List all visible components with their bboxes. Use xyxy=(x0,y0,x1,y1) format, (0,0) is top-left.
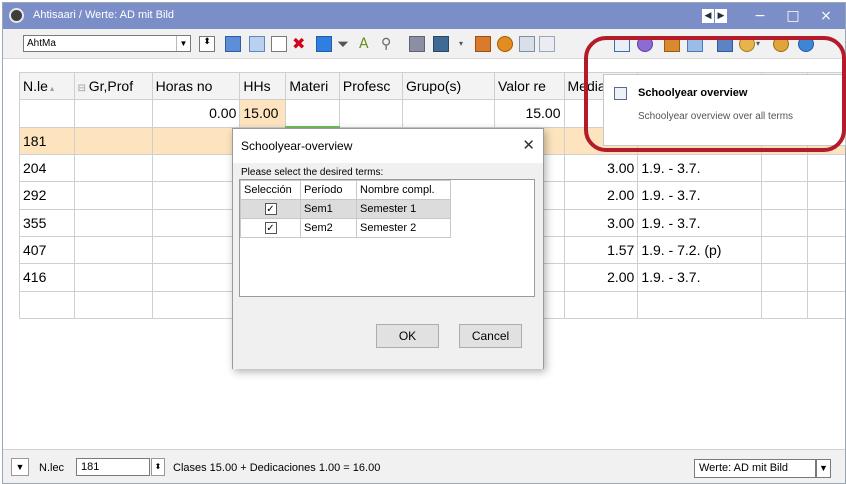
dialog-body: Please select the desired terms: Selecci… xyxy=(233,163,543,369)
lesson-id: 355 xyxy=(19,208,75,237)
lesson-period: 1.9. - 7.2. (p) xyxy=(637,235,763,265)
chevron-down-icon[interactable]: ▼ xyxy=(11,458,29,476)
column-header[interactable]: Materi xyxy=(285,71,340,101)
summary-horas: 0.00 xyxy=(151,99,241,128)
column-header[interactable]: Nombre compl. xyxy=(356,180,451,200)
term-row[interactable]: ✓ Sem1 Semester 1 xyxy=(240,199,451,219)
app-icon xyxy=(9,8,24,23)
ok-button[interactable]: OK xyxy=(376,324,439,348)
column-header[interactable]: Período xyxy=(300,180,357,200)
column-header[interactable]: Valor re xyxy=(493,71,565,101)
lesson-id: 407 xyxy=(19,235,75,265)
cancel-button[interactable]: Cancel xyxy=(459,324,522,348)
term-name: Semester 2 xyxy=(356,218,451,238)
column-header[interactable]: HHs xyxy=(239,71,287,101)
view-combo[interactable]: Werte: AD mit Bild xyxy=(694,459,816,478)
title-bar: Ahtisaari / Werte: AD mit Bild ◀ ▶ − □ × xyxy=(3,3,845,29)
close-icon[interactable]: ✕ xyxy=(522,136,535,154)
lesson-field-label: N.lec xyxy=(39,462,65,474)
lesson-media: 2.00 xyxy=(563,263,639,292)
term-name: Semester 1 xyxy=(356,199,451,219)
column-header[interactable]: ⊟ Gr,Prof xyxy=(73,71,153,101)
lesson-icon[interactable] xyxy=(475,36,491,52)
lesson-period: 1.9. - 3.7. xyxy=(637,153,763,183)
column-header[interactable]: Profesc xyxy=(338,71,403,101)
terms-table: Selección Período Nombre compl. ✓ Sem1 S… xyxy=(239,179,535,297)
summary-valor: 15.00 xyxy=(493,99,565,128)
clock-icon[interactable] xyxy=(497,36,513,52)
element-combo-value: AhtMa xyxy=(27,38,56,49)
term-checkbox[interactable]: ✓ xyxy=(264,222,277,234)
schoolyear-overview-dialog: Schoolyear-overview ✕ Please select the … xyxy=(232,128,544,369)
column-header[interactable]: Selección xyxy=(240,180,301,200)
close-icon[interactable]: × xyxy=(811,5,841,27)
minimize-icon[interactable]: − xyxy=(745,5,775,27)
chevron-down-icon[interactable]: ▼ xyxy=(816,459,831,478)
lesson-period: 1.9. - 3.7. xyxy=(637,263,763,292)
dialog-prompt: Please select the desired terms: xyxy=(241,167,384,178)
lesson-id: 292 xyxy=(19,181,75,210)
term-period: Sem2 xyxy=(300,218,357,238)
grid-icon[interactable] xyxy=(225,36,241,52)
term-period: Sem1 xyxy=(300,199,357,219)
chevron-down-icon[interactable]: ▾ xyxy=(459,36,475,52)
column-header[interactable]: Grupo(s) xyxy=(401,71,495,101)
lesson-media: 1.57 xyxy=(563,235,639,265)
status-bar: ▼ N.lec 181 ⬍ Clases 15.00 + Dedicacione… xyxy=(3,449,845,483)
filter-icon[interactable]: ⏷ xyxy=(337,36,353,52)
previous-icon[interactable]: ◀ xyxy=(702,9,714,23)
hours-summary: Clases 15.00 + Dedicaciones 1.00 = 16.00 xyxy=(173,462,381,474)
column-header[interactable]: Horas no xyxy=(151,71,241,101)
delete-icon[interactable]: ✖ xyxy=(292,36,308,52)
stepper-icon[interactable]: ⬍ xyxy=(151,458,165,476)
dialog-title: Schoolyear-overview xyxy=(241,139,353,153)
calendar-icon[interactable] xyxy=(519,36,535,52)
chevron-down-icon[interactable]: ▼ xyxy=(176,36,190,51)
list-icon[interactable] xyxy=(249,36,265,52)
lesson-id: 181 xyxy=(19,126,75,155)
link-icon[interactable]: ⚲ xyxy=(381,36,397,52)
term-row[interactable]: ✓ Sem2 Semester 2 xyxy=(240,218,451,238)
lesson-media: 3.00 xyxy=(563,153,639,183)
terms-header: Selección Período Nombre compl. xyxy=(240,180,451,200)
summary-hhs: 15.00 xyxy=(239,99,287,128)
lesson-media: 3.00 xyxy=(563,208,639,237)
lesson-period: 1.9. - 3.7. xyxy=(637,181,763,210)
lesson-media: 2.00 xyxy=(563,181,639,210)
column-header[interactable]: N.le ▴ xyxy=(19,71,75,101)
lesson-id: 416 xyxy=(19,263,75,292)
next-icon[interactable]: ▶ xyxy=(715,9,727,23)
maximize-icon[interactable]: □ xyxy=(778,5,808,27)
term-checkbox[interactable]: ✓ xyxy=(264,203,277,215)
stepper-icon[interactable]: ⬍ xyxy=(199,36,215,52)
edit-icon[interactable] xyxy=(316,36,332,52)
window-title: Ahtisaari / Werte: AD mit Bild xyxy=(33,9,175,21)
calendar-alt-icon[interactable] xyxy=(539,36,555,52)
lesson-period: 1.9. - 3.7. xyxy=(637,208,763,237)
new-icon[interactable] xyxy=(271,36,287,52)
lesson-field[interactable]: 181 xyxy=(76,458,150,476)
highlight-annotation xyxy=(584,36,846,152)
wizard-icon[interactable] xyxy=(433,36,449,52)
sort-icon[interactable]: A xyxy=(359,36,375,52)
element-combo[interactable]: AhtMa ▼ xyxy=(23,35,191,52)
tools-icon[interactable] xyxy=(409,36,425,52)
lesson-id: 204 xyxy=(19,153,75,183)
